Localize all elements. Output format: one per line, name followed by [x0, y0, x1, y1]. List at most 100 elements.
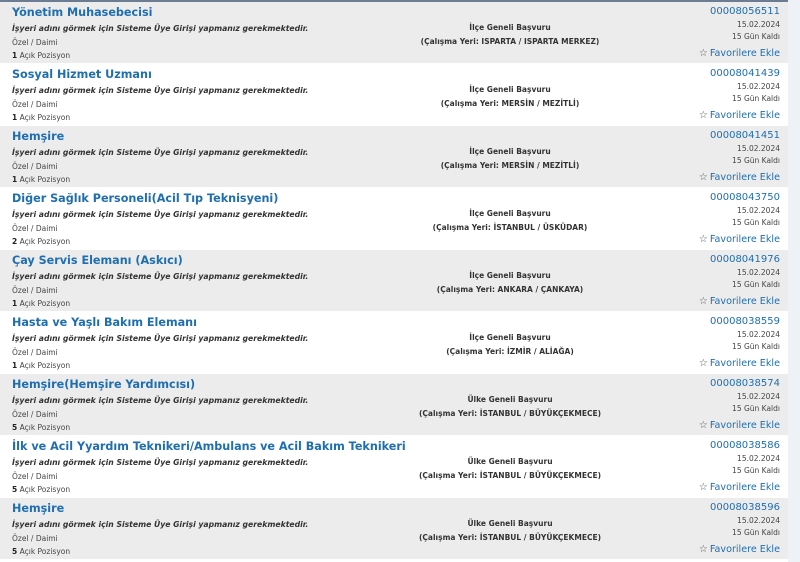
work-location: (Çalışma Yeri: İSTANBUL / ÜSKÜDAR) — [432, 223, 588, 232]
listing-meta: 00008056511 15.02.2024 15 Gün Kaldı ☆ Fav… — [660, 6, 780, 60]
days-remaining: 15 Gün Kaldı — [732, 94, 780, 103]
application-scope: İlçe Geneli Başvuru — [469, 209, 551, 218]
add-favorite-button[interactable]: ☆ Favorilere Ekle — [699, 110, 780, 121]
application-scope: İlçe Geneli Başvuru — [469, 85, 551, 94]
job-title-link[interactable]: Hasta ve Yaşlı Bakım Elemanı — [12, 316, 197, 329]
listing-ref-link[interactable]: 00008038596 — [660, 502, 780, 513]
days-remaining: 15 Gün Kaldı — [732, 280, 780, 289]
employment-type: Özel / Daimi — [12, 534, 58, 543]
job-listing-row: Sosyal Hizmet Uzmanı İşyeri adını görmek… — [0, 64, 788, 126]
job-listing-row: Yönetim Muhasebecisi İşyeri adını görmek… — [0, 2, 788, 64]
days-remaining: 15 Gün Kaldı — [732, 342, 780, 351]
days-remaining: 15 Gün Kaldı — [732, 32, 780, 41]
listing-ref-link[interactable]: 00008056511 — [660, 6, 780, 17]
open-positions: 5 Açık Pozisyon — [12, 485, 70, 494]
listing-meta: 00008038559 15.02.2024 15 Gün Kaldı ☆ Fav… — [660, 316, 780, 370]
listing-ref-link[interactable]: 00008038559 — [660, 316, 780, 327]
listing-date: 15.02.2024 — [737, 206, 780, 215]
add-favorite-label: Favorilere Ekle — [709, 234, 780, 245]
job-title-link[interactable]: Sosyal Hizmet Uzmanı — [12, 68, 152, 81]
application-info: Ülke Geneli Başvuru (Çalışma Yeri: İSTAN… — [400, 395, 620, 418]
login-notice: İşyeri adını görmek için Sisteme Üye Gir… — [12, 272, 309, 281]
add-favorite-button[interactable]: ☆ Favorilere Ekle — [699, 296, 780, 307]
add-favorite-button[interactable]: ☆ Favorilere Ekle — [699, 482, 780, 493]
add-favorite-button[interactable]: ☆ Favorilere Ekle — [699, 234, 780, 245]
add-favorite-button[interactable]: ☆ Favorilere Ekle — [699, 48, 780, 59]
job-list: Yönetim Muhasebecisi İşyeri adını görmek… — [0, 2, 788, 560]
application-info: İlçe Geneli Başvuru (Çalışma Yeri: İSTAN… — [400, 209, 620, 232]
listing-ref-link[interactable]: 00008041451 — [660, 130, 780, 141]
listing-meta: 00008041976 15.02.2024 15 Gün Kaldı ☆ Fav… — [660, 254, 780, 308]
star-icon: ☆ — [698, 358, 708, 369]
work-location: (Çalışma Yeri: MERSİN / MEZİTLİ) — [440, 161, 580, 170]
open-positions-count: 2 — [12, 237, 18, 246]
application-info: İlçe Geneli Başvuru (Çalışma Yeri: İZMİR… — [400, 333, 620, 356]
job-title-link[interactable]: Hemşire(Hemşire Yardımcısı) — [12, 378, 195, 391]
application-info: İlçe Geneli Başvuru (Çalışma Yeri: ANKAR… — [400, 271, 620, 294]
add-favorite-button[interactable]: ☆ Favorilere Ekle — [699, 172, 780, 183]
open-positions-count: 5 — [12, 485, 18, 494]
employment-type: Özel / Daimi — [12, 100, 58, 109]
open-positions-label: Açık Pozisyon — [19, 299, 71, 308]
days-remaining: 15 Gün Kaldı — [732, 404, 780, 413]
job-listing-row: İlk ve Acil Yyardım Teknikeri/Ambulans v… — [0, 436, 788, 498]
open-positions-count: 5 — [12, 423, 18, 432]
work-location: (Çalışma Yeri: ISPARTA / ISPARTA MERKEZ) — [420, 37, 600, 46]
application-scope: İlçe Geneli Başvuru — [469, 333, 551, 342]
star-icon: ☆ — [698, 48, 708, 59]
login-notice: İşyeri adını görmek için Sisteme Üye Gir… — [12, 24, 309, 33]
job-title-link[interactable]: Diğer Sağlık Personeli(Acil Tıp Teknisye… — [12, 192, 278, 205]
listing-meta: 00008038574 15.02.2024 15 Gün Kaldı ☆ Fav… — [660, 378, 780, 432]
star-icon: ☆ — [698, 482, 708, 493]
application-scope: İlçe Geneli Başvuru — [469, 271, 551, 280]
job-title-link[interactable]: Hemşire — [12, 130, 64, 143]
listing-date: 15.02.2024 — [737, 330, 780, 339]
scrollbar[interactable] — [788, 0, 800, 562]
work-location: (Çalışma Yeri: İSTANBUL / BÜYÜKÇEKMECE) — [418, 533, 602, 542]
open-positions-count: 5 — [12, 547, 18, 556]
job-listing-row: Hasta ve Yaşlı Bakım Elemanı İşyeri adın… — [0, 312, 788, 374]
job-title-link[interactable]: Yönetim Muhasebecisi — [12, 6, 152, 19]
application-scope: Ülke Geneli Başvuru — [467, 519, 553, 528]
job-listing-row: Çay Servis Elemanı (Askıcı) İşyeri adını… — [0, 250, 788, 312]
open-positions-label: Açık Pozisyon — [19, 361, 71, 370]
login-notice: İşyeri adını görmek için Sisteme Üye Gir… — [12, 86, 309, 95]
work-location: (Çalışma Yeri: MERSİN / MEZİTLİ) — [440, 99, 580, 108]
listing-ref-link[interactable]: 00008041976 — [660, 254, 780, 265]
star-icon: ☆ — [698, 172, 708, 183]
job-title-link[interactable]: Hemşire — [12, 502, 64, 515]
job-title-link[interactable]: Çay Servis Elemanı (Askıcı) — [12, 254, 183, 267]
job-title-link[interactable]: İlk ve Acil Yyardım Teknikeri/Ambulans v… — [12, 440, 406, 453]
listing-ref-link[interactable]: 00008043750 — [660, 192, 780, 203]
star-icon: ☆ — [698, 420, 708, 431]
open-positions: 5 Açık Pozisyon — [12, 547, 70, 556]
listing-date: 15.02.2024 — [737, 392, 780, 401]
login-notice: İşyeri adını görmek için Sisteme Üye Gir… — [12, 148, 309, 157]
listing-meta: 00008041451 15.02.2024 15 Gün Kaldı ☆ Fav… — [660, 130, 780, 184]
listing-date: 15.02.2024 — [737, 268, 780, 277]
add-favorite-button[interactable]: ☆ Favorilere Ekle — [699, 358, 780, 369]
add-favorite-label: Favorilere Ekle — [709, 544, 780, 555]
listing-ref-link[interactable]: 00008041439 — [660, 68, 780, 79]
job-listings-page: Yönetim Muhasebecisi İşyeri adını görmek… — [0, 0, 800, 562]
add-favorite-button[interactable]: ☆ Favorilere Ekle — [699, 544, 780, 555]
application-info: İlçe Geneli Başvuru (Çalışma Yeri: MERSİ… — [400, 147, 620, 170]
job-listing-row: Hemşire İşyeri adını görmek için Sisteme… — [0, 498, 788, 560]
days-remaining: 15 Gün Kaldı — [732, 528, 780, 537]
application-info: Ülke Geneli Başvuru (Çalışma Yeri: İSTAN… — [400, 519, 620, 542]
application-info: İlçe Geneli Başvuru (Çalışma Yeri: MERSİ… — [400, 85, 620, 108]
application-info: İlçe Geneli Başvuru (Çalışma Yeri: ISPAR… — [400, 23, 620, 46]
open-positions: 1 Açık Pozisyon — [12, 51, 70, 60]
employment-type: Özel / Daimi — [12, 286, 58, 295]
open-positions-label: Açık Pozisyon — [19, 51, 71, 60]
add-favorite-button[interactable]: ☆ Favorilere Ekle — [699, 420, 780, 431]
listing-ref-link[interactable]: 00008038586 — [660, 440, 780, 451]
add-favorite-label: Favorilere Ekle — [709, 358, 780, 369]
listing-ref-link[interactable]: 00008038574 — [660, 378, 780, 389]
open-positions-count: 1 — [12, 51, 18, 60]
employment-type: Özel / Daimi — [12, 38, 58, 47]
star-icon: ☆ — [698, 296, 708, 307]
open-positions: 2 Açık Pozisyon — [12, 237, 70, 246]
employment-type: Özel / Daimi — [12, 472, 58, 481]
listing-meta: 00008041439 15.02.2024 15 Gün Kaldı ☆ Fav… — [660, 68, 780, 122]
